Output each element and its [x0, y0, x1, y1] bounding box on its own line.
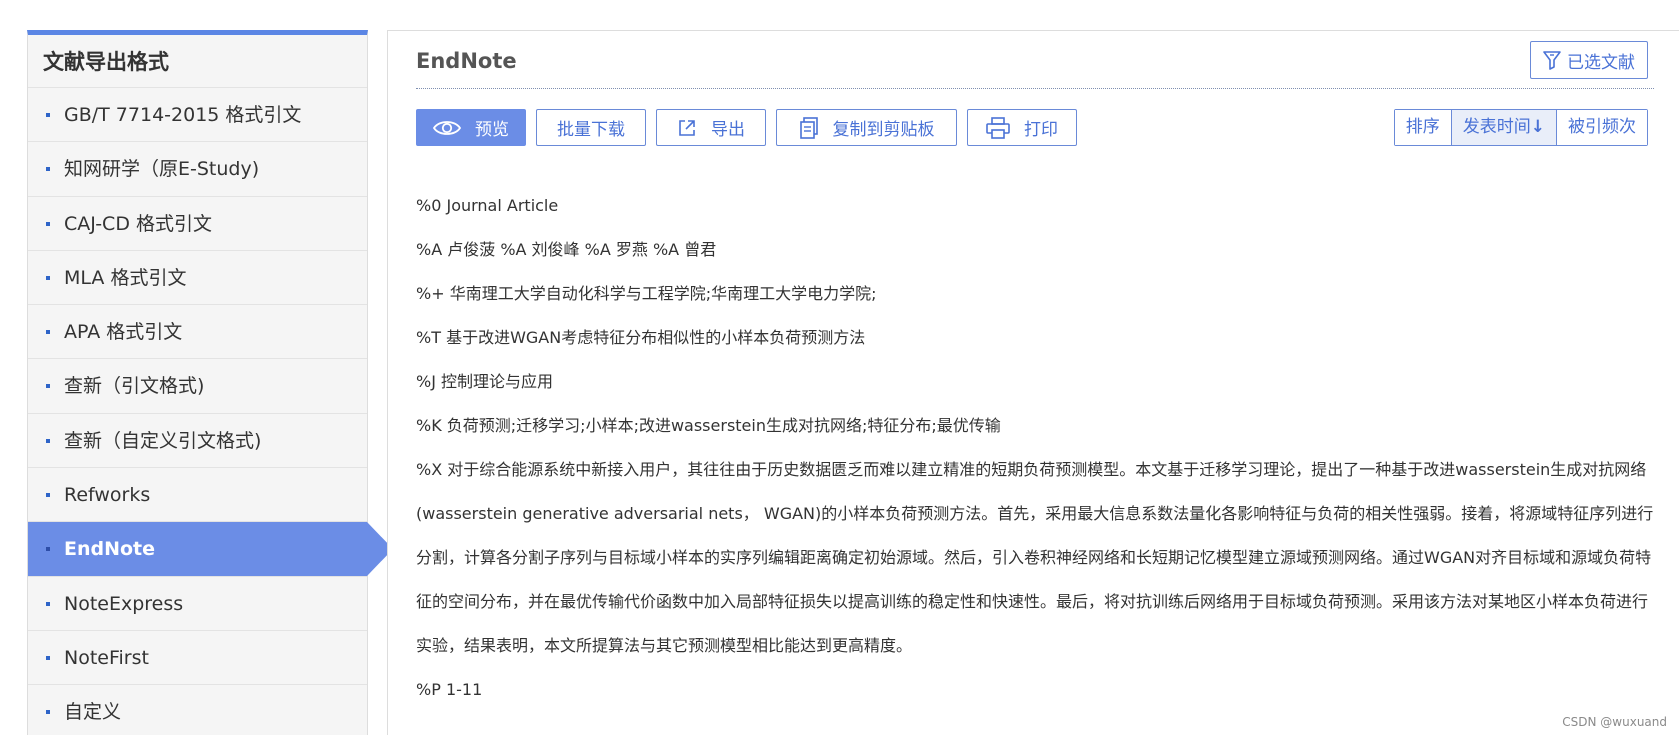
page-title: EndNote	[416, 49, 517, 73]
arrow-down-icon: ↓	[1530, 117, 1545, 137]
preview-button[interactable]: 预览	[416, 109, 526, 146]
filter-icon	[1543, 51, 1561, 70]
action-toolbar: 预览 批量下载 导出 复制到剪贴板 打印	[416, 109, 1077, 146]
citation-record: %0 Journal Article %A 卢俊菠 %A 刘俊峰 %A 罗燕 %…	[416, 184, 1656, 712]
clipboard-icon	[799, 116, 818, 139]
sidebar-item-label: 查新（引文格式)	[64, 375, 205, 398]
sort-by-date-button[interactable]: 发表时间↓	[1450, 110, 1556, 145]
sidebar-item-label: APA 格式引文	[64, 321, 183, 344]
bullet-icon	[46, 493, 50, 498]
sidebar-item-novelty-custom[interactable]: 查新（自定义引文格式)	[28, 413, 367, 469]
sort-by-date-label: 发表时间	[1462, 117, 1531, 137]
bullet-icon	[46, 384, 50, 389]
record-pages: %P 1-11	[416, 680, 483, 699]
sidebar-item-label: MLA 格式引文	[64, 266, 187, 289]
batch-download-label: 批量下载	[557, 120, 625, 140]
external-link-icon	[679, 119, 695, 136]
bullet-icon	[46, 167, 50, 172]
sidebar-item-estudy[interactable]: 知网研学（原E-Study)	[28, 142, 367, 197]
record-keywords: %K 负荷预测;迁移学习;小样本;改进wasserstein生成对抗网络;特征分…	[416, 416, 1001, 435]
sort-label: 排序	[1394, 110, 1451, 145]
sort-bar: 排序 发表时间↓ 被引频次	[1393, 109, 1648, 146]
preview-label: 预览	[475, 120, 509, 140]
printer-icon	[986, 116, 1010, 139]
sidebar-item-novelty-citation[interactable]: 查新（引文格式)	[28, 359, 367, 414]
sidebar-item-cajcd[interactable]: CAJ-CD 格式引文	[28, 196, 367, 251]
record-type: %0 Journal Article	[416, 196, 559, 215]
copy-to-clipboard-button[interactable]: 复制到剪贴板	[776, 109, 957, 146]
export-preview-panel: EndNote 已选文献 预览 批量下载 导出 复制到剪贴板 打印 排序 发表时…	[387, 30, 1679, 735]
bullet-icon	[46, 438, 50, 443]
bullet-icon	[46, 710, 50, 715]
record-title: %T 基于改进WGAN考虑特征分布相似性的小样本负荷预测方法	[416, 328, 866, 347]
batch-download-button[interactable]: 批量下载	[536, 109, 646, 146]
eye-icon	[433, 120, 461, 135]
bullet-icon	[46, 221, 50, 226]
sidebar-item-label: EndNote	[64, 538, 156, 561]
bullet-icon	[46, 655, 50, 660]
record-abstract: %X 对于综合能源系统中新接入用户，其往往由于历史数据匮乏而难以建立精准的短期负…	[416, 460, 1654, 655]
sort-by-citations-label: 被引频次	[1568, 117, 1636, 137]
record-journal: %J 控制理论与应用	[416, 372, 554, 391]
record-affiliation: %+ 华南理工大学自动化科学与工程学院;华南理工大学电力学院;	[416, 284, 877, 303]
bullet-icon	[46, 547, 50, 552]
sidebar-title: 文献导出格式	[28, 35, 367, 88]
copy-label: 复制到剪贴板	[832, 120, 935, 140]
bullet-icon	[46, 113, 50, 117]
selected-literature-label: 已选文献	[1567, 52, 1635, 73]
sidebar-item-refworks[interactable]: Refworks	[28, 468, 367, 523]
sidebar-item-apa[interactable]: APA 格式引文	[28, 305, 367, 360]
bullet-icon	[46, 275, 50, 280]
record-authors: %A 卢俊菠 %A 刘俊峰 %A 罗燕 %A 曾君	[416, 240, 717, 259]
watermark: CSDN @wuxuand	[1562, 715, 1667, 729]
sidebar-item-custom[interactable]: 自定义	[28, 685, 367, 735]
print-button[interactable]: 打印	[967, 109, 1077, 146]
sidebar-item-label: Refworks	[64, 484, 151, 507]
sidebar-item-label: CAJ-CD 格式引文	[64, 212, 212, 235]
sidebar-item-endnote[interactable]: EndNote	[28, 522, 393, 577]
sidebar-item-label: 知网研学（原E-Study)	[64, 158, 260, 181]
sidebar-item-label: GB/T 7714-2015 格式引文	[64, 104, 302, 126]
title-divider	[416, 88, 1654, 89]
format-list: GB/T 7714-2015 格式引文 知网研学（原E-Study) CAJ-C…	[28, 88, 393, 735]
sidebar-item-notefirst[interactable]: NoteFirst	[28, 630, 367, 686]
sidebar-item-label: 查新（自定义引文格式)	[64, 429, 262, 452]
sidebar-item-label: NoteFirst	[64, 646, 149, 669]
sidebar-item-noteexpress[interactable]: NoteExpress	[28, 576, 367, 631]
bullet-icon	[46, 601, 50, 606]
sidebar-item-label: 自定义	[64, 701, 122, 724]
sort-by-citations-button[interactable]: 被引频次	[1556, 110, 1647, 145]
page: 文献导出格式 GB/T 7714-2015 格式引文 知网研学（原E-Study…	[0, 0, 1679, 735]
sidebar-item-gbt7714[interactable]: GB/T 7714-2015 格式引文	[28, 88, 367, 143]
bullet-icon	[46, 330, 50, 335]
sidebar-item-label: NoteExpress	[64, 592, 184, 615]
print-label: 打印	[1024, 120, 1058, 140]
export-button[interactable]: 导出	[656, 109, 766, 146]
export-label: 导出	[711, 120, 745, 140]
selected-literature-button[interactable]: 已选文献	[1530, 41, 1648, 79]
export-format-sidebar: 文献导出格式 GB/T 7714-2015 格式引文 知网研学（原E-Study…	[27, 30, 393, 735]
sidebar-item-mla[interactable]: MLA 格式引文	[28, 250, 367, 306]
